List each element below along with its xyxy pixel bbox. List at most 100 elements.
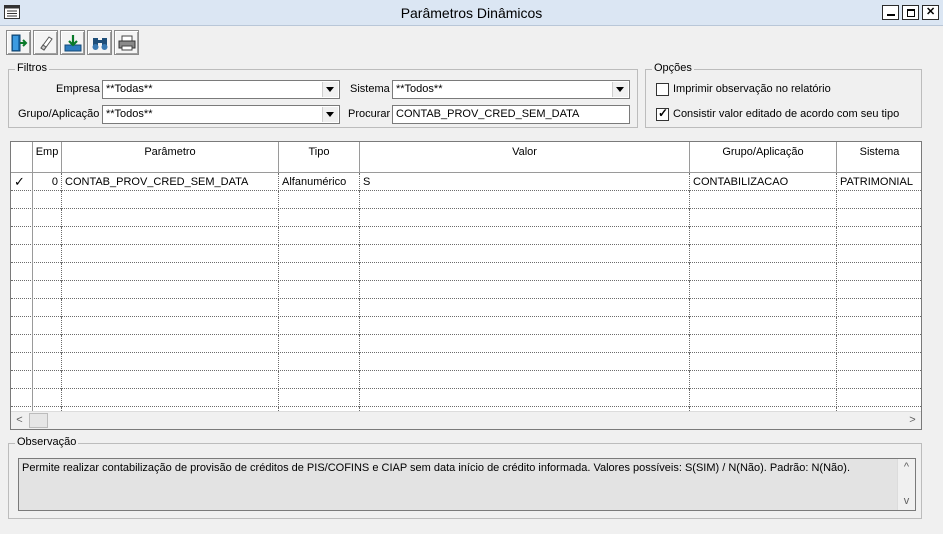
cell-grupo[interactable]: CONTABILIZACAO xyxy=(690,173,837,191)
empty-cell[interactable] xyxy=(690,389,837,407)
empty-cell[interactable] xyxy=(279,335,360,353)
empty-cell[interactable] xyxy=(837,209,921,227)
empty-cell[interactable] xyxy=(837,281,921,299)
cell-parametro[interactable]: CONTAB_PROV_CRED_SEM_DATA xyxy=(62,173,279,191)
scroll-thumb[interactable] xyxy=(29,413,48,428)
empty-cell[interactable] xyxy=(690,281,837,299)
empty-cell[interactable] xyxy=(690,209,837,227)
chevron-down-icon[interactable] xyxy=(322,107,338,122)
empty-cell[interactable] xyxy=(33,353,62,371)
empty-cell[interactable] xyxy=(690,353,837,371)
empty-cell[interactable] xyxy=(62,191,279,209)
clear-button[interactable] xyxy=(33,30,58,55)
empty-cell[interactable] xyxy=(360,227,690,245)
empty-row[interactable] xyxy=(11,281,921,299)
empty-cell[interactable] xyxy=(360,299,690,317)
consistir-label[interactable]: Consistir valor editado de acordo com se… xyxy=(673,108,899,120)
header-parametro[interactable]: Parâmetro xyxy=(62,142,279,172)
empty-row[interactable] xyxy=(11,335,921,353)
empty-cell[interactable] xyxy=(690,191,837,209)
cell-emp[interactable]: 0 xyxy=(33,173,62,191)
empty-cell[interactable] xyxy=(62,245,279,263)
empty-cell[interactable] xyxy=(62,353,279,371)
empty-cell[interactable] xyxy=(33,389,62,407)
empty-row[interactable] xyxy=(11,371,921,389)
empty-cell[interactable] xyxy=(33,245,62,263)
empty-cell[interactable] xyxy=(33,317,62,335)
empty-cell[interactable] xyxy=(279,353,360,371)
empty-cell[interactable] xyxy=(62,281,279,299)
empty-cell[interactable] xyxy=(837,371,921,389)
empty-cell[interactable] xyxy=(33,299,62,317)
table-row[interactable]: ✓ 0 CONTAB_PROV_CRED_SEM_DATA Alfanuméri… xyxy=(11,173,921,191)
empty-cell[interactable] xyxy=(837,335,921,353)
observacao-textarea[interactable]: Permite realizar contabilização de provi… xyxy=(18,458,916,511)
minimize-button[interactable] xyxy=(882,5,899,20)
vertical-scrollbar[interactable]: ^ v xyxy=(897,459,915,510)
empty-cell[interactable] xyxy=(62,263,279,281)
empty-row[interactable] xyxy=(11,227,921,245)
empty-cell[interactable] xyxy=(279,389,360,407)
header-valor[interactable]: Valor xyxy=(360,142,690,172)
empty-cell[interactable] xyxy=(279,263,360,281)
empty-cell[interactable] xyxy=(279,281,360,299)
scroll-right-icon[interactable]: > xyxy=(904,412,921,429)
header-tipo[interactable]: Tipo xyxy=(279,142,360,172)
cell-sistema[interactable]: PATRIMONIAL xyxy=(837,173,921,191)
empty-cell[interactable] xyxy=(33,227,62,245)
empty-cell[interactable] xyxy=(360,389,690,407)
scroll-left-icon[interactable]: < xyxy=(11,412,28,429)
empty-cell[interactable] xyxy=(279,227,360,245)
empresa-select[interactable]: **Todas** xyxy=(102,80,340,99)
scroll-down-icon[interactable]: v xyxy=(898,493,915,510)
header-sistema[interactable]: Sistema xyxy=(837,142,921,172)
empty-row[interactable] xyxy=(11,263,921,281)
consistir-checkbox[interactable] xyxy=(656,106,669,121)
cell-tipo[interactable]: Alfanumérico xyxy=(279,173,360,191)
empty-cell[interactable] xyxy=(62,209,279,227)
empty-row[interactable] xyxy=(11,299,921,317)
empty-row[interactable] xyxy=(11,245,921,263)
chevron-down-icon[interactable] xyxy=(322,82,338,97)
empty-cell[interactable] xyxy=(360,371,690,389)
maximize-button[interactable] xyxy=(902,5,919,20)
empty-cell[interactable] xyxy=(837,299,921,317)
grupo-select[interactable]: **Todos** xyxy=(102,105,340,124)
empty-cell[interactable] xyxy=(62,335,279,353)
empty-cell[interactable] xyxy=(690,263,837,281)
empty-cell[interactable] xyxy=(33,371,62,389)
print-button[interactable] xyxy=(114,30,139,55)
empty-cell[interactable] xyxy=(33,263,62,281)
empty-cell[interactable] xyxy=(837,245,921,263)
search-button[interactable] xyxy=(87,30,112,55)
exit-button[interactable] xyxy=(6,30,31,55)
empty-cell[interactable] xyxy=(360,191,690,209)
empty-row[interactable] xyxy=(11,353,921,371)
imprimir-checkbox[interactable] xyxy=(656,83,669,96)
horizontal-scrollbar[interactable]: < > xyxy=(11,411,921,429)
empty-cell[interactable] xyxy=(360,209,690,227)
empty-cell[interactable] xyxy=(837,191,921,209)
empty-row[interactable] xyxy=(11,191,921,209)
empty-cell[interactable] xyxy=(690,317,837,335)
empty-cell[interactable] xyxy=(690,335,837,353)
empty-cell[interactable] xyxy=(62,371,279,389)
empty-cell[interactable] xyxy=(360,245,690,263)
procurar-input[interactable]: CONTAB_PROV_CRED_SEM_DATA xyxy=(392,105,630,124)
empty-cell[interactable] xyxy=(360,263,690,281)
empty-cell[interactable] xyxy=(279,299,360,317)
empty-cell[interactable] xyxy=(837,263,921,281)
header-grupo[interactable]: Grupo/Aplicação xyxy=(690,142,837,172)
empty-cell[interactable] xyxy=(33,281,62,299)
empty-cell[interactable] xyxy=(279,371,360,389)
empty-cell[interactable] xyxy=(360,317,690,335)
save-button[interactable] xyxy=(60,30,85,55)
empty-cell[interactable] xyxy=(279,209,360,227)
empty-cell[interactable] xyxy=(690,371,837,389)
parametros-grid[interactable]: Emp Parâmetro Tipo Valor Grupo/Aplicação… xyxy=(10,141,922,430)
empty-cell[interactable] xyxy=(33,191,62,209)
empty-cell[interactable] xyxy=(62,299,279,317)
empty-cell[interactable] xyxy=(360,353,690,371)
empty-cell[interactable] xyxy=(360,281,690,299)
close-button[interactable] xyxy=(922,5,939,20)
